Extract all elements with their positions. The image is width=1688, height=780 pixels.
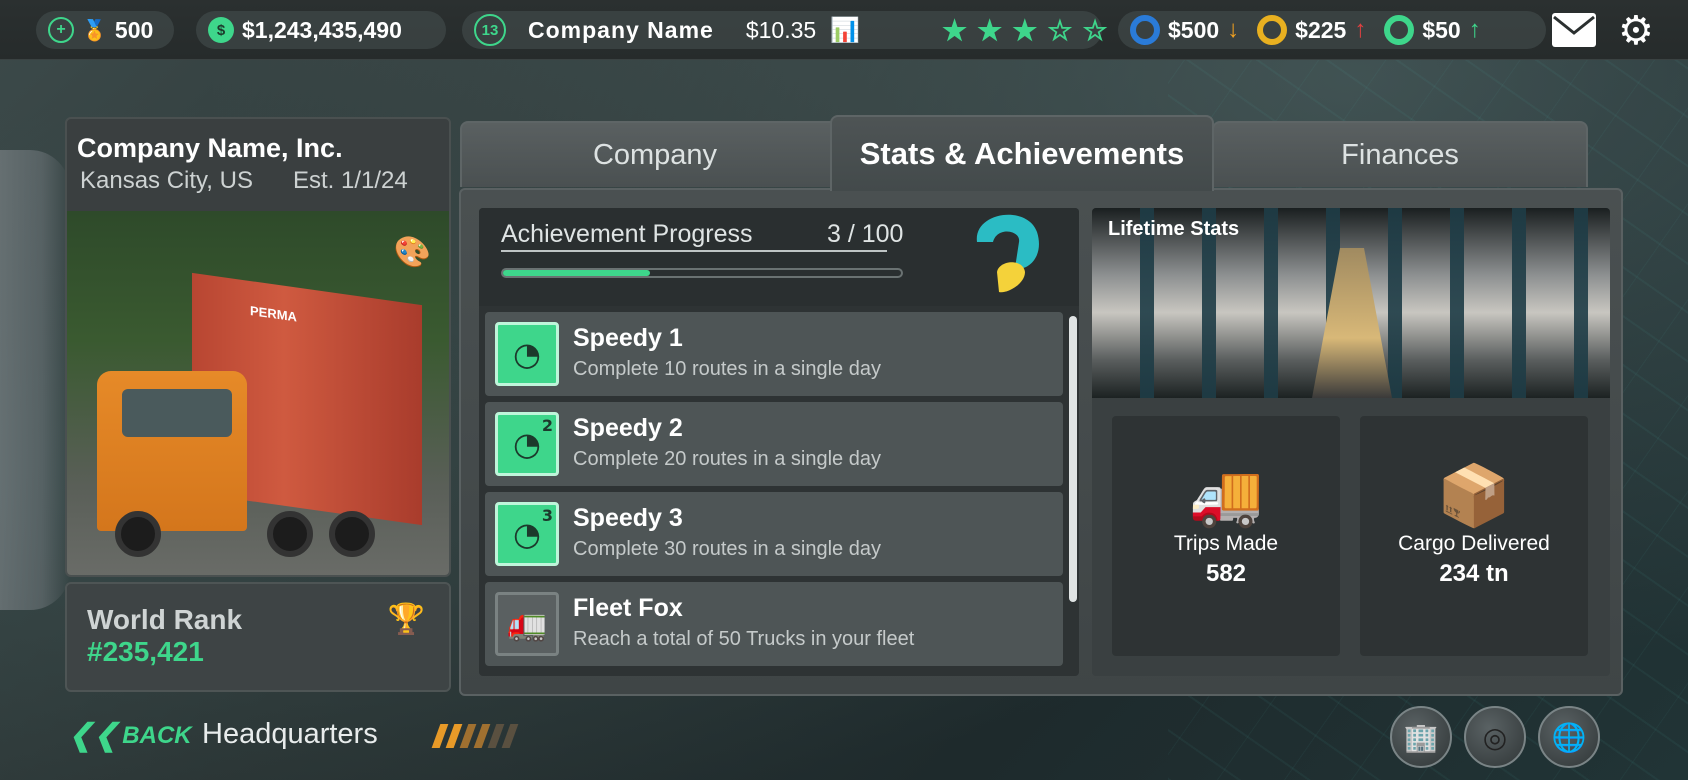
- trend-up-icon: ↑: [1354, 16, 1367, 43]
- star-filled-icon: ★: [942, 14, 970, 46]
- trend-down-icon: ↓: [1227, 16, 1240, 43]
- stat-value: 582: [1205, 560, 1247, 587]
- tires-icon[interactable]: ◎: [1464, 706, 1526, 768]
- truck-icon: 🚛: [495, 592, 559, 656]
- truck-wheel: [115, 511, 161, 557]
- tab-company[interactable]: Company: [460, 121, 850, 187]
- truck-wheel: [267, 511, 313, 557]
- globe-icon[interactable]: 🌐: [1538, 706, 1600, 768]
- world-rank-value: #235,421: [87, 636, 204, 667]
- speedometer-icon: ◔ 3: [495, 502, 559, 566]
- building-icon[interactable]: 🏢: [1390, 706, 1452, 768]
- resource-value: $225: [1295, 16, 1347, 43]
- achievement-scrollbar[interactable]: [1069, 316, 1077, 602]
- gold-value: 500: [114, 16, 154, 43]
- back-arrow-icon: ❮❮: [68, 719, 119, 752]
- achievement-name: Fleet Fox: [573, 594, 683, 622]
- decorative-stripes: [431, 724, 519, 748]
- add-icon[interactable]: +: [48, 17, 74, 43]
- star-empty-icon: ☆: [1082, 14, 1110, 46]
- top-bar: + 🏅 500 $ $1,243,435,490 13 Company Name…: [0, 0, 1688, 60]
- stats-panel: Achievement Progress 3 / 100 ◔ Speedy 1 Co…: [459, 188, 1623, 696]
- speedometer-icon: ◔ 2: [495, 412, 559, 476]
- truck-container-text: PERMA: [250, 302, 297, 325]
- achievement-description: Complete 10 routes in a single day: [573, 358, 881, 380]
- resource-ring-icon: [1384, 15, 1415, 45]
- truck-wheel: [329, 511, 375, 557]
- money-bag-icon: $: [208, 17, 234, 43]
- achievement-name: Speedy 2: [573, 414, 683, 442]
- company-name-label: Company Name: [528, 16, 714, 43]
- trophy-icon: 🏆: [387, 602, 425, 637]
- truck-window: [122, 389, 232, 437]
- achievement-progress-title: Achievement Progress: [501, 220, 753, 248]
- tab-stats-achievements[interactable]: Stats & Achievements: [830, 115, 1214, 191]
- trend-up-icon: ↑: [1468, 16, 1481, 43]
- lifetime-stats-box: Lifetime Stats 🚚 Trips Made 582 📦 Cargo …: [1092, 208, 1610, 676]
- world-rank-card[interactable]: World Rank #235,421 🏆: [65, 582, 451, 692]
- star-filled-icon: ★: [1012, 14, 1040, 46]
- company-established: Est. 1/1/24: [293, 167, 408, 194]
- divider: [501, 250, 887, 252]
- achievement-item[interactable]: ◔ 2 Speedy 2 Complete 20 routes in a single…: [485, 402, 1063, 486]
- resource-ring-icon: [1130, 15, 1160, 45]
- stat-value: 234 tn: [1439, 560, 1509, 587]
- resource-ring-icon: [1257, 15, 1288, 45]
- achievement-description: Reach a total of 50 Trucks in your fleet: [573, 628, 915, 650]
- cash-pill: $ $1,243,435,490: [196, 11, 446, 49]
- company-profile-card: Company Name, Inc. Kansas City, US Est. …: [65, 117, 451, 577]
- resources-pill: $500 ↓ $225 ↑ $50 ↑: [1118, 11, 1546, 49]
- star-empty-icon: ☆: [1047, 14, 1075, 46]
- stat-label: Cargo Delivered: [1398, 532, 1550, 555]
- achievement-count: 3 / 100: [827, 220, 904, 248]
- back-button[interactable]: ❮❮ BACK: [68, 718, 192, 753]
- resource-value: $500: [1168, 16, 1220, 43]
- background-person: [0, 150, 70, 610]
- brand-logo-icon: [976, 214, 1039, 293]
- achievement-progress-bar: [501, 268, 903, 278]
- achievement-description: Complete 30 routes in a single day: [573, 538, 881, 560]
- back-label: BACK: [122, 721, 192, 749]
- box-icon: 📦: [1436, 461, 1512, 531]
- rating-stars: ★ ★ ★ ☆ ☆: [930, 11, 1108, 49]
- gold-pill[interactable]: + 🏅 500: [36, 11, 174, 49]
- achievement-header: Achievement Progress 3 / 100: [479, 208, 1079, 306]
- share-price-label: $10.35: [745, 16, 817, 43]
- location-title: Headquarters: [202, 718, 378, 750]
- achievement-item[interactable]: 🚛 Fleet Fox Reach a total of 50 Trucks in …: [485, 582, 1063, 666]
- resource-value: $50: [1422, 16, 1461, 43]
- star-filled-icon: ★: [977, 14, 1005, 46]
- palette-icon[interactable]: 🎨: [394, 235, 431, 270]
- cash-value: $1,243,435,490: [242, 16, 402, 43]
- company-full-name: Company Name, Inc.: [77, 133, 343, 163]
- tab-finances[interactable]: Finances: [1212, 121, 1588, 187]
- company-location: Kansas City, US: [80, 167, 253, 194]
- achievement-description: Complete 20 routes in a single day: [573, 448, 881, 470]
- gear-icon[interactable]: ⚙: [1618, 8, 1654, 54]
- achievement-name: Speedy 3: [573, 504, 683, 532]
- truck-icon: 🚚: [1188, 461, 1264, 531]
- achievement-tier-badge: 2: [541, 416, 553, 435]
- achievement-name: Speedy 1: [573, 324, 683, 352]
- stock-chart-icon[interactable]: 📊: [830, 16, 860, 45]
- world-rank-label: World Rank: [87, 604, 243, 635]
- achievement-item[interactable]: ◔ 3 Speedy 3 Complete 30 routes in a single…: [485, 492, 1063, 576]
- mail-icon[interactable]: [1552, 13, 1596, 47]
- level-badge: 13: [474, 14, 506, 46]
- stat-label: Trips Made: [1173, 532, 1279, 555]
- achievement-item[interactable]: ◔ Speedy 1 Complete 10 routes in a single …: [485, 312, 1063, 396]
- lifetime-stats-title: Lifetime Stats: [1108, 218, 1240, 240]
- achievement-tier-badge: 3: [541, 506, 553, 525]
- speedometer-icon: ◔: [495, 322, 559, 386]
- achievement-box: Achievement Progress 3 / 100 ◔ Speedy 1 Co…: [479, 208, 1079, 676]
- warehouse-aisle: [1312, 248, 1392, 398]
- medal-icon: 🏅: [82, 19, 107, 42]
- stat-card-trips: 🚚 Trips Made 582: [1112, 416, 1340, 656]
- achievement-progress-fill: [503, 270, 651, 276]
- company-photo: PERMA 🎨: [67, 211, 449, 575]
- achievement-list[interactable]: ◔ Speedy 1 Complete 10 routes in a single …: [485, 312, 1063, 672]
- stat-card-cargo: 📦 Cargo Delivered 234 tn: [1360, 416, 1588, 656]
